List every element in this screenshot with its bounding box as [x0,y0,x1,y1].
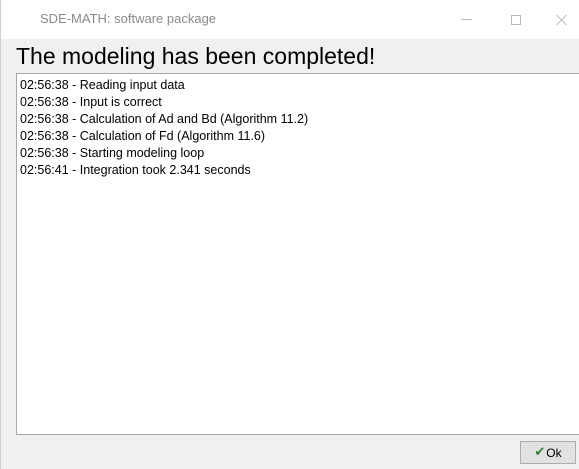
minimize-button[interactable] [443,0,489,39]
page-title: The modeling has been completed! [16,43,376,69]
ok-button-label: Ok [546,445,562,460]
log-textbox[interactable]: 02:56:38 - Reading input data 02:56:38 -… [16,73,579,435]
log-line: 02:56:38 - Starting modeling loop [20,146,205,160]
log-line: 02:56:38 - Reading input data [20,78,185,92]
maximize-button[interactable] [493,0,539,39]
ok-button[interactable]: ✔ Ok [520,441,576,464]
close-icon [556,14,568,26]
log-line: 02:56:38 - Input is correct [20,95,162,109]
log-line: 02:56:38 - Calculation of Ad and Bd (Alg… [20,112,309,126]
dialog-window: SDE-MATH: software package The modeling … [0,0,579,469]
maximize-icon [511,14,521,25]
log-line: 02:56:41 - Integration took 2.341 second… [20,163,251,177]
check-icon: ✔ [534,445,546,460]
log-line: 02:56:38 - Calculation of Fd (Algorithm … [20,129,266,143]
title-bar[interactable]: SDE-MATH: software package [1,0,579,39]
window-title: SDE-MATH: software package [40,11,217,26]
minimize-icon [460,19,472,20]
close-button[interactable] [539,0,579,39]
